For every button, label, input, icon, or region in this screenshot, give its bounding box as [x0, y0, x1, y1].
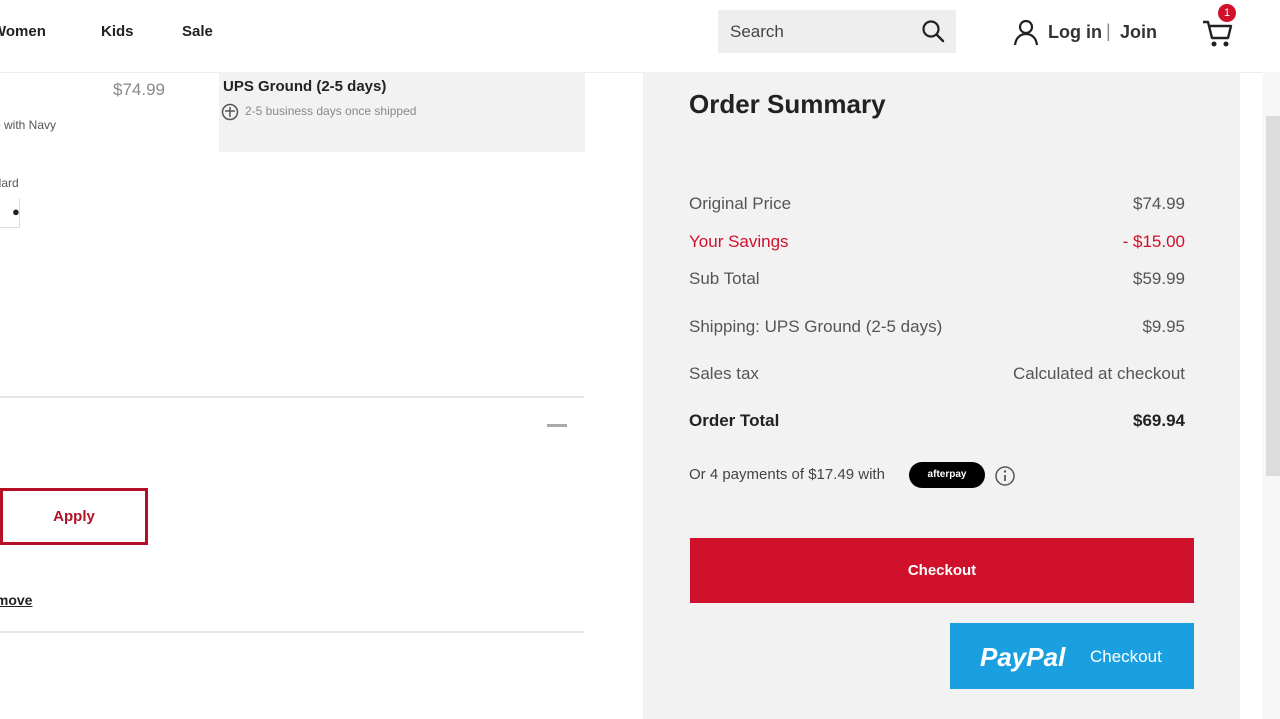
subtotal-label: Sub Total: [689, 269, 760, 288]
item-details: White with Navy 8 Standard: [0, 118, 170, 238]
section-divider: [0, 396, 584, 398]
nav-kids[interactable]: Kids: [101, 23, 134, 40]
shipping-method-note: 2-5 business days once shipped: [245, 104, 417, 118]
quantity-caret: ●: [12, 204, 20, 219]
join-link[interactable]: Join: [1120, 22, 1157, 43]
subtotal-value: $59.99: [1133, 269, 1185, 288]
site-header: Women Kids Sale Log in | Join 1: [0, 0, 1280, 73]
user-icon[interactable]: [1012, 18, 1040, 46]
nav-women[interactable]: Women: [0, 23, 46, 40]
original-price-label: Original Price: [689, 194, 792, 213]
info-icon[interactable]: [994, 465, 1016, 487]
sales-tax-label: Sales tax: [689, 364, 759, 383]
shipping-label: Shipping: UPS Ground (2-5 days): [689, 317, 943, 336]
item-original-price: $74.99: [113, 80, 165, 99]
remove-link[interactable]: Remove: [0, 592, 32, 608]
search-icon[interactable]: [920, 18, 946, 44]
original-price-value: $74.99: [1133, 194, 1185, 213]
order-total-value: $69.94: [1133, 411, 1185, 430]
header-separator: |: [1106, 21, 1111, 41]
cart-count-badge: 1: [1218, 4, 1236, 22]
login-link[interactable]: Log in: [1048, 22, 1102, 43]
item-width: Standard: [0, 176, 19, 190]
shipping-value: $9.95: [1142, 317, 1185, 336]
order-summary-title: Order Summary: [689, 89, 886, 119]
shipping-method-title: UPS Ground (2-5 days): [223, 78, 387, 95]
order-total-label: Order Total: [689, 411, 780, 430]
item-color: White with Navy: [0, 118, 57, 132]
search-input[interactable]: [718, 10, 920, 53]
nav-sale[interactable]: Sale: [182, 23, 213, 40]
section-divider: [0, 631, 584, 633]
savings-label: Your Savings: [689, 232, 789, 251]
shipping-method-box[interactable]: UPS Ground (2-5 days) 2-5 business days …: [219, 72, 585, 152]
checkout-button[interactable]: Checkout: [690, 538, 1194, 603]
installments-text: Or 4 payments of $17.49 with: [689, 466, 885, 483]
apply-promo-button[interactable]: Apply: [0, 488, 148, 545]
sales-tax-value: Calculated at checkout: [1013, 364, 1185, 383]
paypal-logo: PayPal: [980, 642, 1066, 672]
scrollbar-thumb[interactable]: [1266, 116, 1280, 476]
paypal-checkout-label: Checkout: [1090, 647, 1162, 666]
order-summary-panel: Order Summary Original Price $74.99 Your…: [643, 72, 1240, 719]
savings-value: - $15.00: [1122, 232, 1185, 251]
collapse-icon[interactable]: [547, 424, 567, 427]
paypal-checkout-button[interactable]: PayPal Checkout: [950, 623, 1194, 689]
afterpay-logo: afterpay: [909, 462, 985, 488]
package-icon: [221, 103, 239, 121]
